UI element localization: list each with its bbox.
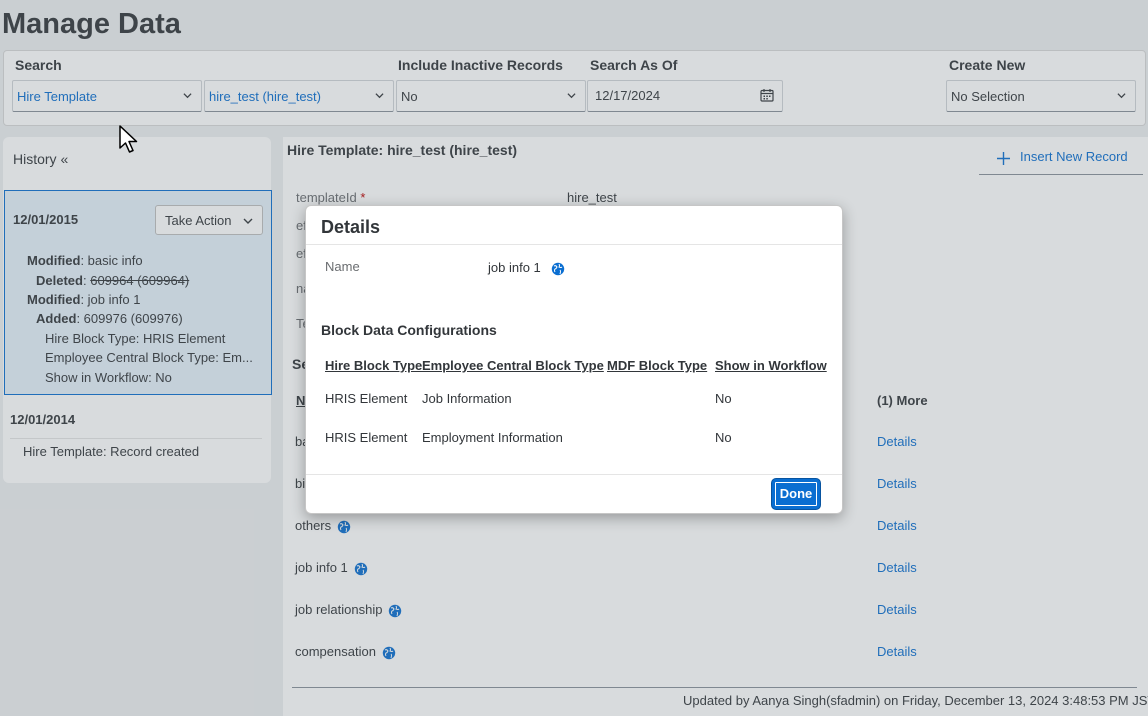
block-data-section-title: Block Data Configurations xyxy=(321,322,497,338)
column-header-mdf-block-type[interactable]: MDF Block Type xyxy=(607,358,707,373)
globe-icon[interactable] xyxy=(551,262,565,276)
column-header-ec-block-type[interactable]: Employee Central Block Type xyxy=(422,358,604,373)
column-header-hire-block-type[interactable]: Hire Block Type xyxy=(325,358,422,373)
column-header-show-in-workflow[interactable]: Show in Workflow xyxy=(715,358,827,373)
table-cell: No xyxy=(715,391,732,406)
details-dialog: Details Name job info 1 Block Data Confi… xyxy=(305,205,843,514)
mouse-cursor-icon xyxy=(119,125,138,153)
table-cell: No xyxy=(715,430,732,445)
name-value: job info 1 xyxy=(488,260,565,276)
table-cell: Job Information xyxy=(422,391,512,406)
name-label: Name xyxy=(325,259,360,274)
divider xyxy=(306,474,842,475)
divider xyxy=(306,244,842,245)
table-cell: Employment Information xyxy=(422,430,563,445)
table-cell: HRIS Element xyxy=(325,430,408,445)
table-cell: HRIS Element xyxy=(325,391,408,406)
done-button[interactable]: Done xyxy=(772,479,820,509)
dialog-title: Details xyxy=(321,217,381,237)
